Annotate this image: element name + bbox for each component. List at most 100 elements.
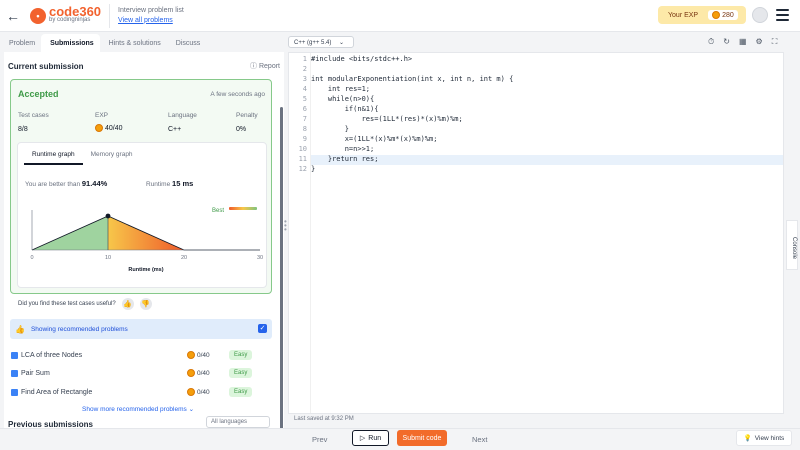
report-label: Report: [258, 62, 280, 70]
legend-gradient: [229, 207, 257, 210]
difficulty-badge: Easy: [229, 387, 253, 397]
tab-discuss[interactable]: Discuss: [167, 34, 207, 52]
top-bar: ← • code360 by codingninjas Interview pr…: [0, 0, 800, 32]
timer-icon[interactable]: ⏱: [708, 37, 714, 47]
thumbs-down-icon[interactable]: 👎: [139, 298, 152, 310]
logo-mark-icon: •: [30, 7, 46, 24]
previous-submissions-title: Previous submissions: [8, 420, 93, 428]
line-number: 6: [302, 105, 307, 113]
language-filter-select[interactable]: All languages: [206, 416, 270, 428]
useful-question: Did you find these test cases useful?: [18, 301, 116, 307]
better-than-label: You are better than: [25, 181, 81, 188]
x-tick-label: 10: [105, 255, 111, 261]
coin-icon: [187, 369, 195, 377]
tab-memory-graph[interactable]: Memory graph: [83, 148, 141, 165]
left-scrollbar[interactable]: [280, 107, 283, 428]
run-label: Run: [368, 434, 382, 442]
info-icon: ⓘ: [249, 63, 257, 70]
layout-icon[interactable]: ▦: [739, 37, 747, 47]
problem-name: Pair Sum: [21, 369, 50, 377]
next-button[interactable]: Next: [472, 435, 487, 444]
logo-title: code360: [49, 3, 102, 19]
test-cases-value: 8/8: [18, 126, 28, 133]
back-arrow-icon[interactable]: ←: [0, 8, 26, 24]
prev-button[interactable]: Prev: [312, 435, 327, 444]
line-number: 5: [302, 95, 307, 103]
logo[interactable]: • code360 by codingninjas: [30, 3, 102, 25]
code-line: }: [311, 165, 316, 173]
current-submission-title: Current submission: [8, 61, 84, 71]
runtime-chart: Best 0 10 20 30 Runtime (ms): [30, 207, 263, 273]
line-number: 2: [302, 65, 307, 73]
coin-icon: [712, 11, 721, 19]
graph-box: Runtime graph Memory graph You are bette…: [17, 142, 267, 288]
tab-runtime-graph[interactable]: Runtime graph: [24, 148, 83, 165]
editor-toolbar: ⏱ ↻ ▦ ⚙ ⛶: [708, 37, 777, 47]
exp-badge[interactable]: Your EXP 280: [658, 6, 746, 24]
resize-handle-icon[interactable]: • • •: [284, 218, 287, 234]
recommended-title: Showing recommended problems: [30, 325, 128, 333]
coin-icon: [187, 351, 195, 359]
code-line: if(n&1){: [311, 105, 379, 113]
code-line: int modularExponentiation(int x, int n, …: [311, 75, 514, 83]
code-line: res=(1LL*(res)*(x)%m)%m;: [311, 115, 463, 123]
view-all-problems-link[interactable]: View all problems: [118, 16, 184, 26]
problem-name: Find Area of Rectangle: [21, 388, 93, 396]
thumbs-up-icon: 👍: [15, 324, 25, 334]
exp-label: Your EXP: [668, 11, 699, 19]
recommended-checkbox[interactable]: ✓: [258, 324, 267, 333]
reset-icon[interactable]: ↻: [723, 37, 730, 47]
tab-problem[interactable]: Problem: [0, 34, 41, 52]
console-toggle[interactable]: Console: [786, 220, 798, 270]
view-hints-label: View hints: [754, 434, 785, 442]
line-number: 12: [298, 165, 307, 173]
line-number: 8: [302, 125, 307, 133]
report-button[interactable]: ⓘ Report: [250, 61, 280, 71]
avatar[interactable]: [752, 7, 768, 23]
run-button[interactable]: ▷ Run: [352, 430, 389, 446]
view-hints-button[interactable]: 💡 View hints: [736, 430, 792, 446]
submit-code-button[interactable]: Submit code: [397, 430, 447, 446]
list-item[interactable]: Find Area of Rectangle 0/40 Easy: [11, 386, 271, 398]
recommended-banner[interactable]: 👍 Showing recommended problems ✓: [10, 319, 272, 339]
language-select[interactable]: C++ (g++ 5.4) ⌄: [288, 36, 354, 48]
line-number: 11: [298, 155, 307, 163]
tab-hints-solutions[interactable]: Hints & solutions: [100, 34, 167, 52]
coin-icon: [187, 388, 195, 396]
code-editor[interactable]: 1 #include <bits/stdc++.h> 2 3 int modularEx…: [288, 52, 784, 414]
list-item[interactable]: Pair Sum 0/40 Easy: [11, 367, 271, 379]
line-number: 10: [298, 145, 307, 153]
problem-list-title: Interview problem list: [118, 6, 184, 14]
fullscreen-icon[interactable]: ⛶: [772, 37, 778, 47]
code-line: x=(1LL*(x)%m*(x)%m)%m;: [311, 135, 438, 143]
tab-submissions[interactable]: Submissions: [41, 34, 100, 52]
line-number: 1: [302, 55, 307, 63]
runtime-label: Runtime: [146, 181, 171, 188]
language-select-value: C++ (g++ 5.4): [294, 40, 332, 46]
left-tabs: Problem Submissions Hints & solutions Di…: [0, 34, 284, 52]
line-number: 9: [302, 135, 307, 143]
submission-time: A few seconds ago: [210, 91, 265, 98]
settings-icon[interactable]: ⚙: [756, 37, 763, 47]
chevron-down-icon: ⌄: [188, 406, 195, 413]
submission-card: Accepted A few seconds ago Test cases EX…: [10, 79, 272, 310]
x-tick-label: 20: [181, 255, 187, 261]
runtime-value: 15 ms: [172, 179, 194, 188]
problem-icon: [11, 369, 18, 377]
hamburger-menu-icon[interactable]: [776, 9, 789, 21]
line-number: 4: [302, 85, 307, 93]
difficulty-badge: Easy: [229, 368, 253, 378]
thumbs-up-icon[interactable]: 👍: [121, 298, 134, 310]
language-label: Language: [168, 112, 197, 119]
runtime-marker-point: [105, 213, 111, 219]
code-line: n=n>>1;: [311, 145, 375, 153]
bottom-bar: Prev ▷ Run Submit code Next 💡 View hints: [0, 428, 800, 450]
code-line: }: [311, 125, 349, 133]
x-tick-label: 30: [257, 255, 263, 261]
penalty-value: 0%: [236, 126, 247, 133]
x-tick-label: 0: [30, 255, 33, 261]
show-more-recommended-link[interactable]: Show more recommended problems ⌄: [82, 405, 194, 413]
status-accepted: Accepted: [18, 89, 59, 99]
list-item[interactable]: LCA of three Nodes 0/40 Easy: [11, 349, 271, 361]
